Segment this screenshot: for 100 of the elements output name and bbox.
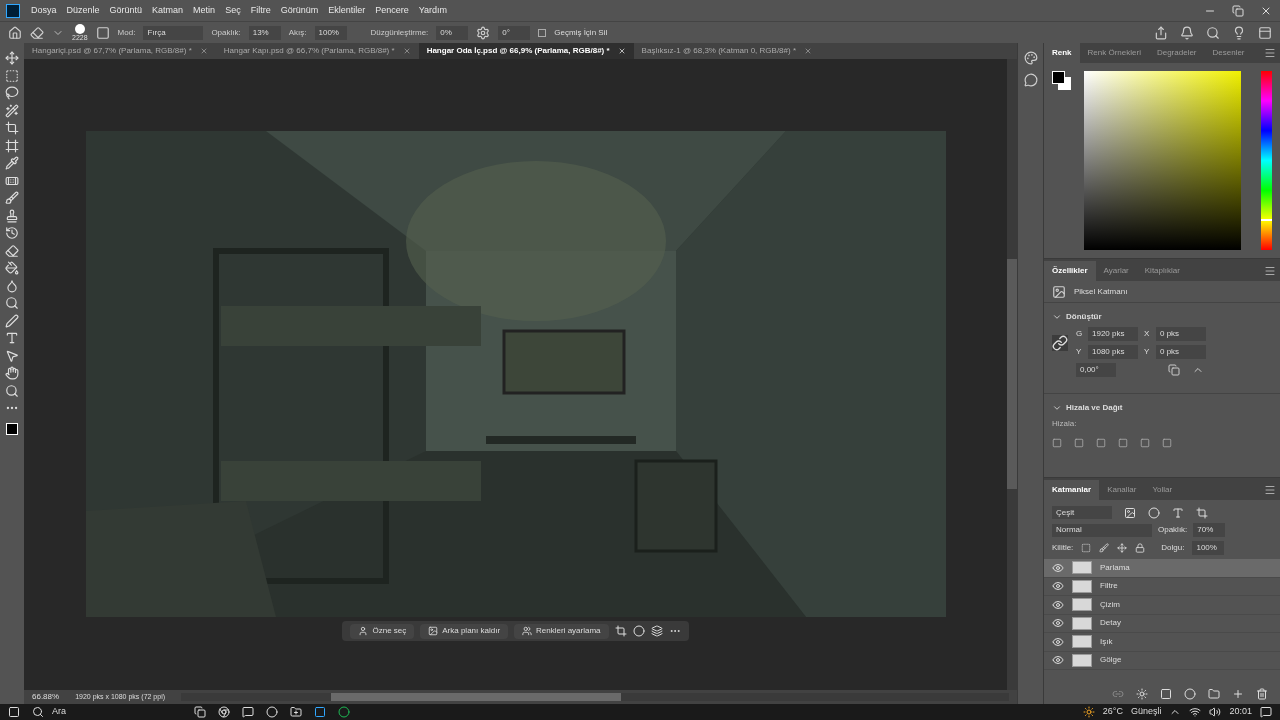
app-logo[interactable] — [6, 3, 20, 18]
horizontal-scrollbar[interactable] — [181, 693, 1009, 701]
layer-row[interactable]: Detay — [1044, 614, 1280, 633]
menu-item[interactable]: Metin — [188, 3, 221, 18]
move-icon[interactable] — [1117, 543, 1128, 553]
eye-icon[interactable] — [1052, 598, 1064, 611]
menu-item[interactable]: Dosya — [26, 3, 62, 18]
panel-menu-icon[interactable] — [1264, 47, 1276, 59]
blur-tool[interactable] — [5, 278, 19, 293]
comment-icon[interactable] — [1023, 73, 1038, 87]
context-button[interactable]: Arka planı kaldır — [420, 623, 509, 639]
search-icon[interactable] — [1206, 25, 1220, 40]
foreground-swatch[interactable] — [1052, 71, 1065, 84]
height-field[interactable]: 1080 pks — [1088, 345, 1138, 359]
task-view-icon[interactable] — [194, 706, 206, 718]
fill-field[interactable]: 100% — [1192, 541, 1225, 555]
share-icon[interactable] — [1154, 25, 1168, 40]
panel-tab[interactable]: Kanallar — [1099, 480, 1145, 500]
close-icon[interactable] — [804, 47, 812, 55]
new-layer-icon[interactable] — [1232, 688, 1244, 700]
link-icon[interactable] — [1052, 335, 1068, 351]
angle-field[interactable]: 0° — [498, 25, 531, 40]
menu-item[interactable]: Eklentiler — [323, 3, 371, 18]
panel-tab[interactable]: Kitaplıklar — [1136, 261, 1188, 281]
history-brush-tool[interactable] — [5, 226, 19, 240]
taskbar-search[interactable]: Ara — [32, 705, 182, 719]
filter-dropdown[interactable]: Çeşit — [1052, 506, 1112, 519]
y-field[interactable]: 0 pks — [1156, 345, 1206, 359]
type-filter-icon[interactable] — [1172, 506, 1184, 519]
close-icon[interactable] — [617, 47, 626, 55]
blend-mode-dropdown[interactable]: Normal — [1052, 523, 1152, 537]
panel-tab[interactable]: Katmanlar — [1044, 480, 1100, 500]
menu-item[interactable]: Pencere — [370, 3, 414, 18]
panel-tab[interactable]: Desenler — [1204, 43, 1253, 63]
menu-item[interactable]: Görüntü — [104, 3, 148, 18]
eye-icon[interactable] — [1052, 561, 1064, 574]
vertical-scrollbar[interactable] — [1007, 59, 1017, 690]
mode-dropdown[interactable]: Fırça — [143, 25, 204, 40]
panel-tab[interactable]: Renk — [1044, 43, 1080, 63]
chevron-icon[interactable] — [1052, 312, 1062, 322]
effects-icon[interactable] — [1136, 688, 1148, 700]
folder-app-icon[interactable] — [290, 706, 302, 718]
close-icon[interactable] — [402, 47, 411, 55]
zoom-tool[interactable] — [5, 383, 19, 398]
home-icon[interactable] — [8, 25, 22, 40]
panel-tab[interactable]: Ayarlar — [1095, 261, 1137, 281]
menu-item[interactable]: Görünüm — [275, 3, 324, 18]
layer-row[interactable]: Çizim — [1044, 596, 1280, 615]
menu-item[interactable]: Filtre — [245, 3, 276, 18]
panel-menu-icon[interactable] — [1264, 484, 1276, 496]
paint-bucket-tool[interactable] — [5, 261, 19, 275]
pen-tool[interactable] — [5, 313, 19, 328]
menu-item[interactable]: Yardım — [413, 3, 453, 18]
width-field[interactable]: 1920 pks — [1088, 327, 1138, 341]
lasso-tool[interactable] — [5, 86, 19, 100]
angle-field[interactable]: 0,00° — [1076, 363, 1116, 377]
chevron-icon[interactable] — [1052, 403, 1062, 413]
path-selection-tool[interactable] — [5, 348, 19, 363]
panel-tab[interactable]: Renk Örnekleri — [1079, 43, 1149, 63]
menu-item[interactable]: Seç — [220, 3, 246, 18]
opacity-field[interactable]: 70% — [1193, 523, 1226, 537]
eye-icon[interactable] — [1052, 580, 1064, 593]
panel-tab[interactable]: Degradeler — [1148, 43, 1205, 63]
context-button[interactable]: Özne seç — [350, 623, 415, 639]
image-filter-icon[interactable] — [1124, 506, 1136, 519]
magic-wand-tool[interactable] — [5, 103, 19, 118]
eyedropper-tool[interactable] — [5, 156, 19, 170]
brush-tool[interactable] — [5, 191, 19, 205]
frame-tool[interactable] — [5, 138, 19, 153]
layer-row[interactable]: Işık — [1044, 633, 1280, 652]
layer-row[interactable]: Parlama — [1044, 559, 1280, 578]
trash-icon[interactable] — [1256, 688, 1268, 700]
smoothing-field[interactable]: 0% — [436, 25, 469, 40]
lock-icon[interactable] — [1135, 543, 1146, 553]
mask-icon[interactable] — [1160, 688, 1172, 700]
background-swatch[interactable] — [1058, 77, 1071, 90]
foreground-color-swatch[interactable] — [6, 422, 18, 435]
context-button[interactable]: Renkleri ayarlama — [514, 623, 609, 639]
opacity-field[interactable]: 13% — [248, 25, 281, 40]
eye-icon[interactable] — [1052, 654, 1064, 667]
hand-tool[interactable] — [5, 366, 19, 380]
panel-tab[interactable]: Yollar — [1144, 480, 1181, 500]
menu-item[interactable]: Düzenle — [61, 3, 105, 18]
lightbulb-icon[interactable] — [1232, 25, 1246, 40]
brush-preview-icon[interactable] — [74, 24, 85, 34]
volume-icon[interactable] — [1209, 706, 1222, 718]
folder-icon[interactable] — [1208, 688, 1220, 700]
browser-icon[interactable] — [218, 706, 230, 718]
workspace-icon[interactable] — [1258, 25, 1272, 40]
notification-icon[interactable] — [1260, 706, 1272, 718]
zoom-tool[interactable] — [5, 296, 19, 310]
brush-icon[interactable] — [1099, 543, 1110, 553]
weather-icon[interactable] — [1082, 706, 1095, 718]
eye-icon[interactable] — [1052, 617, 1064, 630]
layers-icon[interactable] — [650, 625, 663, 637]
flow-field[interactable]: 100% — [314, 25, 347, 40]
panel-tab[interactable]: Özellikler — [1044, 261, 1096, 281]
document-tab[interactable]: Başlıksız-1 @ 68,3% (Katman 0, RGB/8#) * — [633, 43, 820, 59]
network-icon[interactable] — [1189, 706, 1202, 718]
type-tool[interactable] — [5, 331, 19, 345]
